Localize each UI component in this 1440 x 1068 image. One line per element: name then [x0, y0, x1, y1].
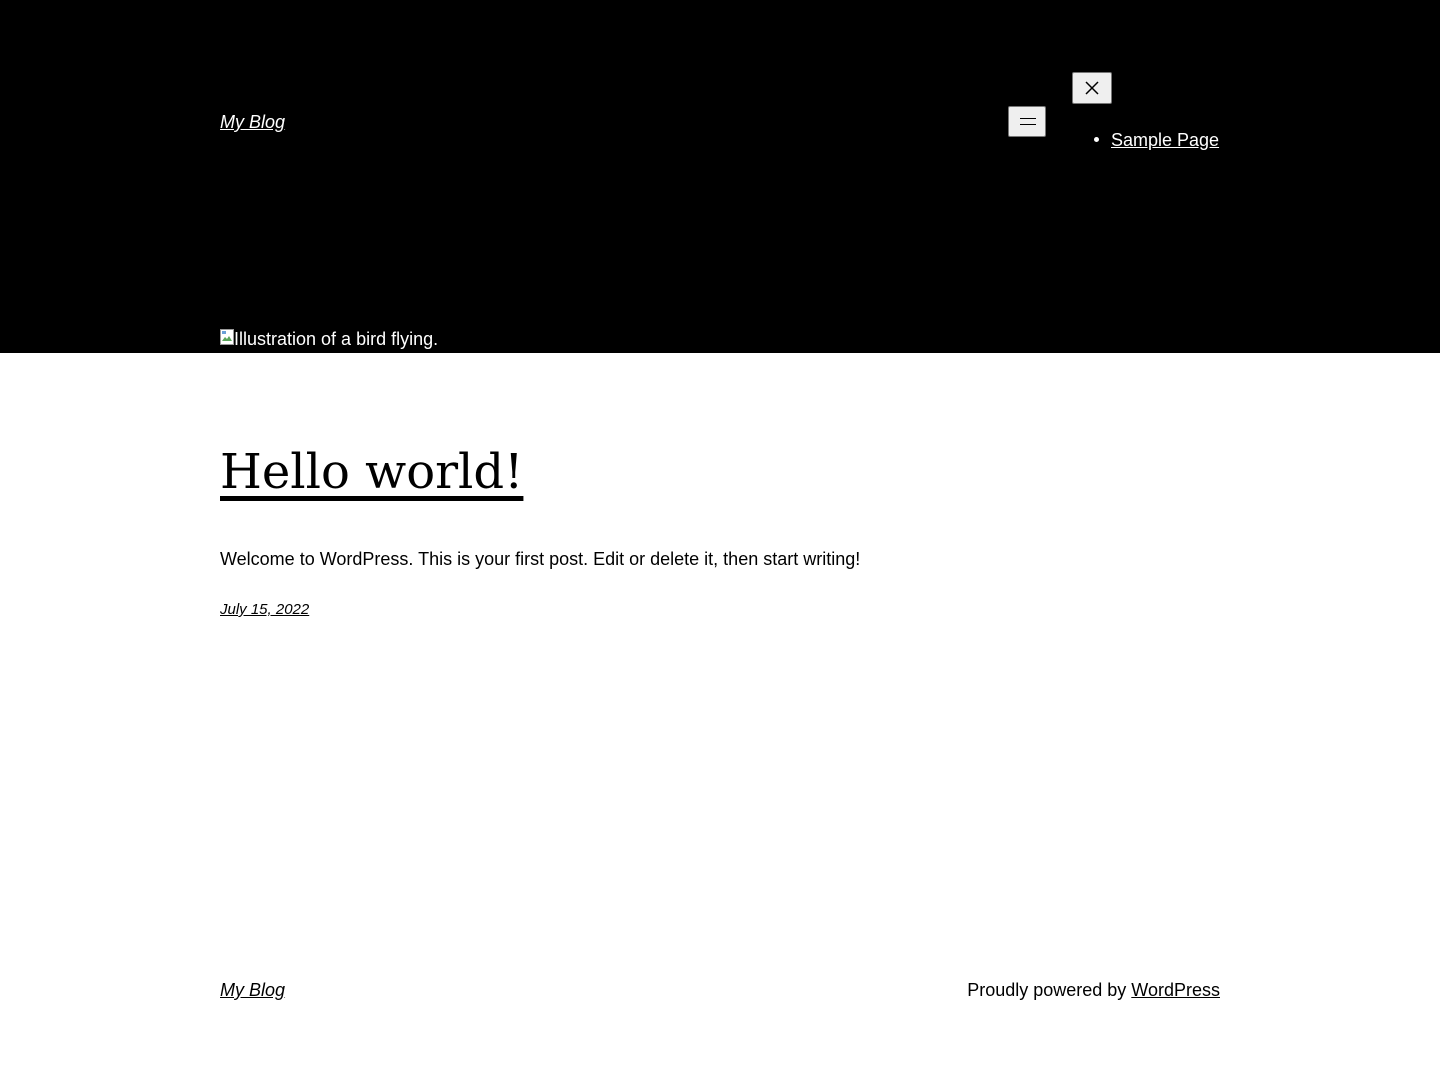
nav-item-sample-page[interactable]: Sample Page: [1111, 130, 1219, 150]
close-icon: [1085, 81, 1099, 95]
broken-image-icon: [220, 325, 234, 345]
menu-close-button[interactable]: [1072, 72, 1112, 104]
hero-image: Illustration of a bird flying.: [220, 325, 438, 353]
primary-nav: Sample Page: [1094, 129, 1219, 151]
powered-by: Proudly powered by WordPress: [967, 979, 1220, 1001]
wordpress-link[interactable]: WordPress: [1131, 980, 1220, 1000]
menu-open-button[interactable]: [1008, 106, 1046, 137]
powered-by-text: Proudly powered by: [967, 980, 1132, 1000]
post-title-link[interactable]: Hello world!: [220, 440, 523, 504]
list-bullet: [1094, 136, 1099, 142]
site-title-link[interactable]: My Blog: [220, 111, 285, 133]
footer-site-title-link[interactable]: My Blog: [220, 979, 285, 1001]
site-header: My Blog Sample Page Illustration of a bi…: [0, 0, 1440, 353]
post-date-link[interactable]: July 15, 2022: [220, 600, 309, 620]
post-excerpt: Welcome to WordPress. This is your first…: [220, 549, 861, 569]
hero-image-alt-text: Illustration of a bird flying.: [234, 329, 439, 349]
